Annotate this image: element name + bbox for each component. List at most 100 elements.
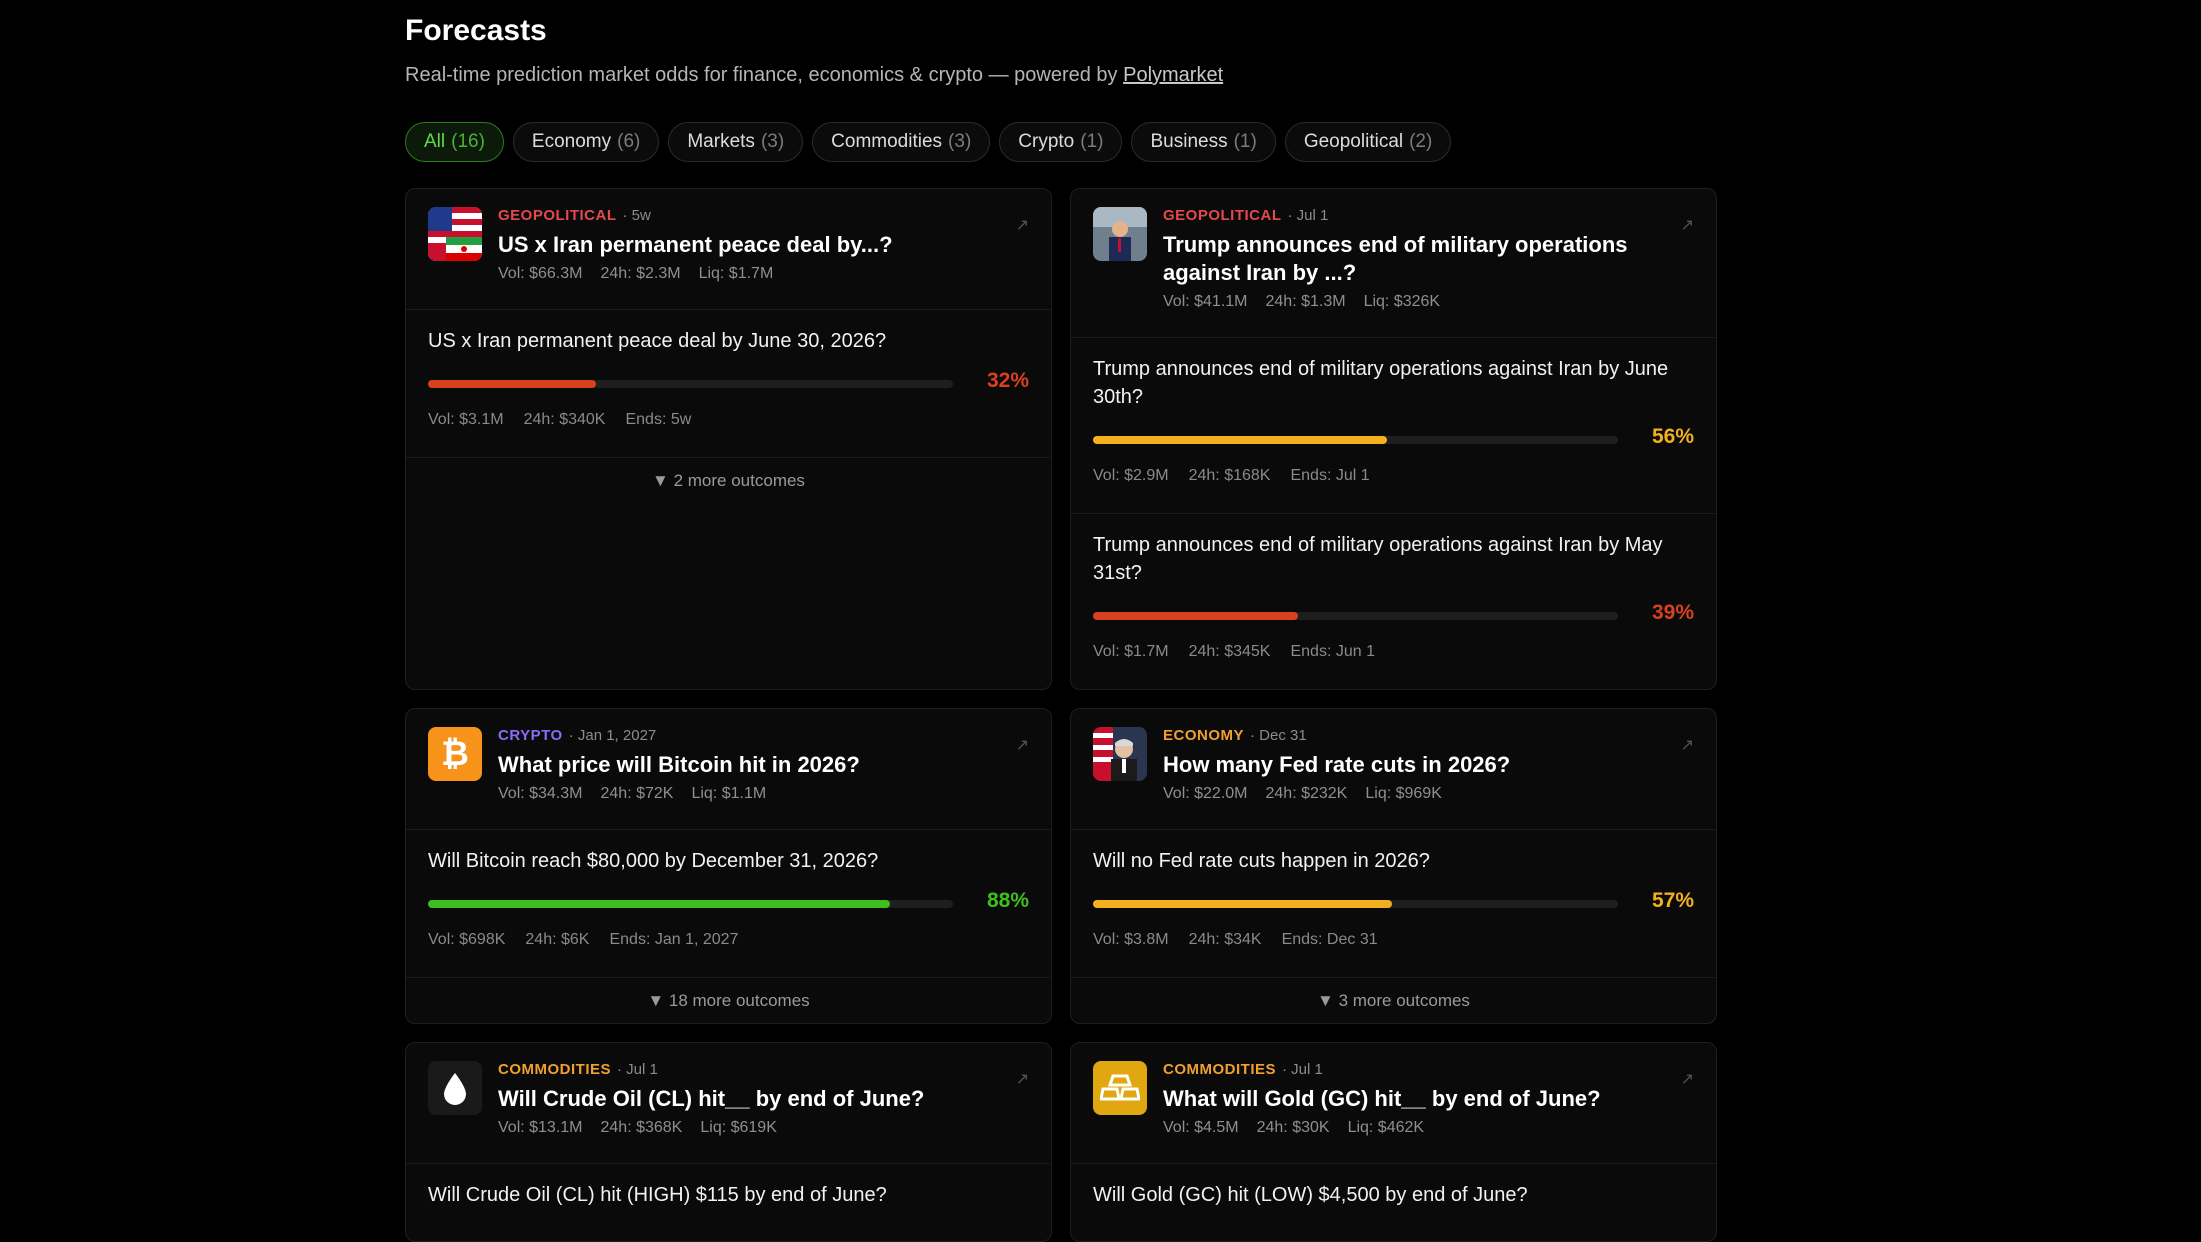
card-volume: Vol: $41.1M [1163,293,1248,310]
filter-economy[interactable]: Economy (6) [512,122,660,162]
filter-label: Crypto [1018,131,1075,152]
category-label: GEOPOLITICAL [498,207,617,224]
card-title[interactable]: What will Gold (GC) hit__ by end of June… [1163,1085,1694,1113]
market-card-us-iran-peace[interactable]: GEOPOLITICAL · 5w US x Iran permanent pea… [405,188,1052,690]
probability-fill [1093,436,1387,444]
filter-count: (16) [451,131,485,152]
outcome-question: Will Gold (GC) hit (LOW) $4,500 by end o… [1093,1184,1528,1206]
card-date: · Jul 1 [1282,1061,1323,1078]
filter-count: (1) [1080,131,1104,152]
probability-fill [1093,900,1393,908]
divider [406,457,1051,458]
outcome-question: Trump announces end of military operatio… [1093,534,1663,584]
outcome-row[interactable]: Will Bitcoin reach $80,000 by December 3… [406,847,1051,949]
filter-commodities[interactable]: Commodities (3) [812,122,991,162]
probability-fill [428,900,890,908]
card-title[interactable]: Will Crude Oil (CL) hit__ by end of June… [498,1085,1029,1113]
outcome-row[interactable]: Trump announces end of military operatio… [1071,531,1716,661]
outcome-row[interactable]: Will Gold (GC) hit (LOW) $4,500 by end o… [1071,1181,1716,1209]
external-link-icon[interactable]: ↗ [1681,1069,1694,1089]
outcome-ends: Ends: Dec 31 [1281,931,1378,948]
category-label: CRYPTO [498,727,563,744]
outcome-question: Will Bitcoin reach $80,000 by December 3… [428,850,879,872]
divider [1071,513,1716,514]
category-label: GEOPOLITICAL [1163,207,1282,224]
card-title[interactable]: Trump announces end of military operatio… [1163,231,1694,287]
outcome-volume: Vol: $698K [428,931,506,948]
probability-bar [428,380,953,388]
filter-count: (3) [760,131,785,152]
external-link-icon[interactable]: ↗ [1016,215,1029,235]
external-link-icon[interactable]: ↗ [1016,735,1029,755]
filter-business[interactable]: Business (1) [1131,122,1276,162]
outcome-24h: 24h: $168K [1188,467,1271,484]
divider [406,977,1051,978]
external-link-icon[interactable]: ↗ [1016,1069,1029,1089]
outcome-row[interactable]: Will Crude Oil (CL) hit (HIGH) $115 by e… [406,1181,1051,1209]
probability-bar [1093,900,1618,908]
fed-chair-photo-thumbnail [1093,727,1147,781]
outcome-24h: 24h: $345K [1188,643,1271,660]
card-volume: Vol: $66.3M [498,265,583,282]
outcome-percent: 57% [1651,889,1694,912]
outcome-24h: 24h: $6K [525,931,590,948]
more-outcomes-toggle[interactable]: ▼ 18 more outcomes [406,991,1051,1011]
divider [406,1163,1051,1164]
filter-label: Economy [531,131,612,152]
outcome-percent: 39% [1651,601,1694,624]
outcome-ends: Ends: Jan 1, 2027 [609,931,739,948]
outcome-ends: Ends: Jun 1 [1290,643,1375,660]
market-card-trump-iran-operations[interactable]: GEOPOLITICAL · Jul 1 Trump announces end … [1070,188,1717,690]
probability-fill [428,380,596,388]
filter-geopolitical[interactable]: Geopolitical (2) [1284,122,1452,162]
more-outcomes-toggle[interactable]: ▼ 3 more outcomes [1071,991,1716,1011]
bitcoin-icon: ₿ [428,727,482,781]
polymarket-link[interactable]: Polymarket [1123,64,1223,86]
outcome-row[interactable]: Trump announces end of military operatio… [1071,355,1716,485]
filter-markets[interactable]: Markets (3) [668,122,804,162]
filter-crypto[interactable]: Crypto (1) [999,122,1123,162]
outcome-row[interactable]: Will no Fed rate cuts happen in 2026? 57… [1071,847,1716,949]
outcome-volume: Vol: $1.7M [1093,643,1169,660]
category-label: ECONOMY [1163,727,1245,744]
outcome-percent: 32% [986,369,1029,392]
probability-bar [1093,436,1618,444]
card-date: · 5w [622,207,651,224]
market-card-bitcoin-price[interactable]: ₿ CRYPTO · Jan 1, 2027 What price will Bi… [405,708,1052,1024]
card-24h: 24h: $1.3M [1265,293,1346,310]
oil-drop-icon [428,1061,482,1115]
card-liquidity: Liq: $969K [1365,785,1442,802]
card-title[interactable]: How many Fed rate cuts in 2026? [1163,751,1694,779]
external-link-icon[interactable]: ↗ [1681,735,1694,755]
outcome-ends: Ends: 5w [625,411,692,428]
outcome-question: Trump announces end of military operatio… [1093,358,1669,408]
divider [1071,337,1716,338]
outcome-question: US x Iran permanent peace deal by June 3… [428,330,887,352]
probability-bar [1093,612,1618,620]
outcome-percent: 56% [1651,425,1694,448]
page-title: Forecasts [405,14,547,47]
external-link-icon[interactable]: ↗ [1681,215,1694,235]
outcome-24h: 24h: $34K [1188,931,1262,948]
card-volume: Vol: $13.1M [498,1119,583,1136]
market-card-gold[interactable]: COMMODITIES · Jul 1 What will Gold (GC) h… [1070,1042,1717,1242]
outcome-ends: Ends: Jul 1 [1290,467,1370,484]
card-24h: 24h: $30K [1256,1119,1330,1136]
divider [1071,977,1716,978]
trump-photo-thumbnail [1093,207,1147,261]
page-subtitle: Real-time prediction market odds for fin… [405,64,1223,87]
card-liquidity: Liq: $462K [1347,1119,1425,1136]
market-card-crude-oil[interactable]: COMMODITIES · Jul 1 Will Crude Oil (CL) h… [405,1042,1052,1242]
outcome-row[interactable]: US x Iran permanent peace deal by June 3… [406,327,1051,429]
filter-label: Business [1150,131,1228,152]
filter-count: (1) [1233,131,1257,152]
more-outcomes-toggle[interactable]: ▼ 2 more outcomes [406,471,1051,491]
market-card-fed-rate-cuts[interactable]: ECONOMY · Dec 31 How many Fed rate cuts i… [1070,708,1717,1024]
filter-label: Markets [687,131,755,152]
outcome-volume: Vol: $2.9M [1093,467,1169,484]
category-filters: All (16) Economy (6) Markets (3) Commoditie… [405,122,1452,162]
card-title[interactable]: US x Iran permanent peace deal by...? [498,231,1029,259]
filter-all[interactable]: All (16) [405,122,504,162]
card-title[interactable]: What price will Bitcoin hit in 2026? [498,751,1029,779]
card-volume: Vol: $22.0M [1163,785,1248,802]
